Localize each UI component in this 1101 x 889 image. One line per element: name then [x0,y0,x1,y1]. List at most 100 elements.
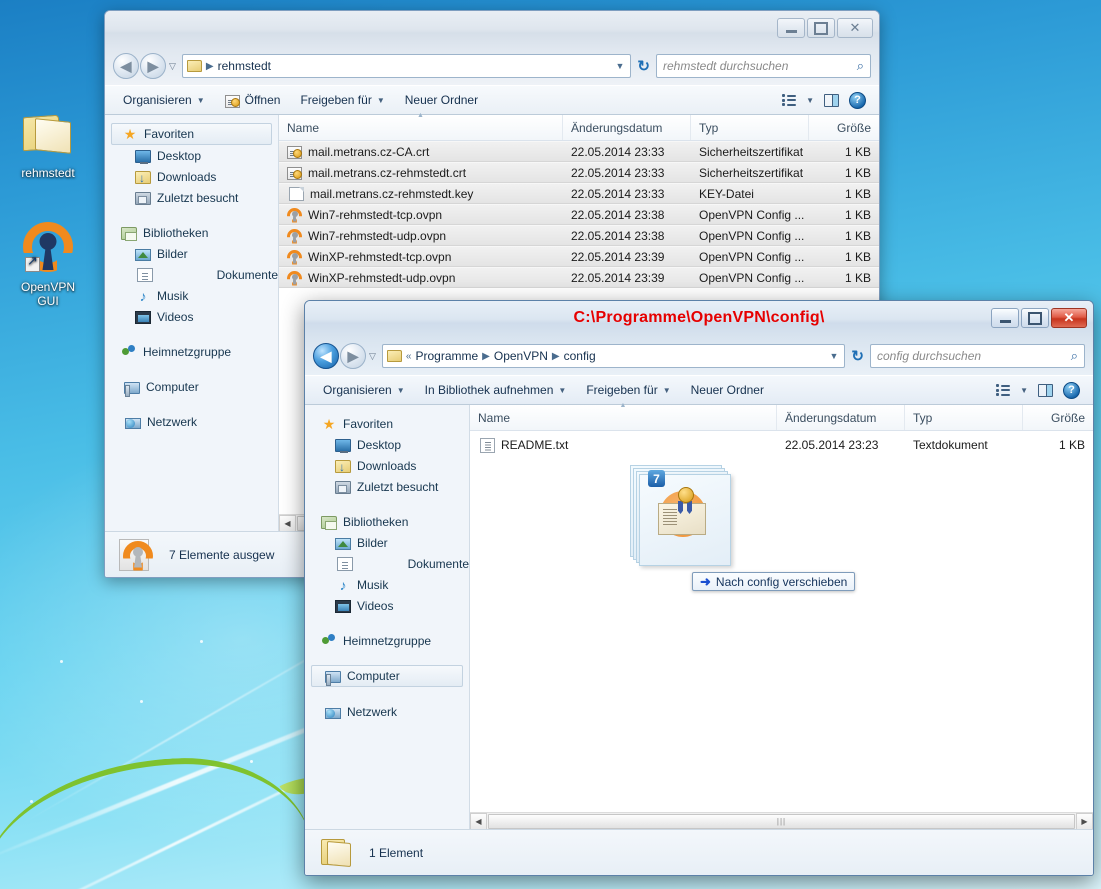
search-input[interactable]: config durchsuchen ⌕ [870,344,1085,368]
scrollbar-thumb[interactable]: ||| [488,813,1075,829]
refresh-icon[interactable]: ↻ [635,57,652,75]
open-button[interactable]: Öffnen [215,89,291,112]
table-row[interactable]: mail.metrans.cz-rehmstedt.crt 22.05.2014… [279,162,879,183]
navigation-buttons[interactable]: ◀ ▶ ▽ [313,343,378,369]
column-header-size[interactable]: Größe [1023,405,1093,430]
titlebar[interactable]: C:\Programme\OpenVPN\config\ ✕ [305,301,1093,341]
help-button[interactable]: ? [844,90,871,111]
breadcrumb-segment[interactable]: rehmstedt [218,59,271,73]
column-header-type[interactable]: Typ [691,115,809,140]
preview-pane-button[interactable] [819,92,844,109]
desktop-icon-rehmstedt[interactable]: rehmstedt [0,108,96,180]
table-row[interactable]: WinXP-rehmstedt-udp.ovpn 22.05.2014 23:3… [279,267,879,288]
sidebar-item-zuletzt-besucht[interactable]: Zuletzt besucht [305,476,469,497]
sidebar-item-bibliotheken[interactable]: Bibliotheken [105,222,278,243]
sidebar-item-videos[interactable]: Videos [305,595,469,616]
sidebar-item-heimnetzgruppe[interactable]: Heimnetzgruppe [105,341,278,362]
navigation-pane[interactable]: ★ Favoriten Desktop Downloads Zuletzt be… [305,405,470,829]
share-with-button[interactable]: Freigeben für ▼ [290,89,394,111]
recent-pages-dropdown-icon[interactable]: ▽ [367,351,378,362]
sidebar-item-bibliotheken[interactable]: Bibliotheken [305,511,469,532]
recent-pages-dropdown-icon[interactable]: ▽ [167,61,178,72]
desktop-icon-openvpn-gui[interactable]: OpenVPN GUI [0,222,96,308]
navigation-buttons[interactable]: ◀ ▶ ▽ [113,53,178,79]
table-row[interactable]: WinXP-rehmstedt-tcp.ovpn 22.05.2014 23:3… [279,246,879,267]
refresh-icon[interactable]: ↻ [849,347,866,365]
sidebar-item-dokumente[interactable]: Dokumente [305,553,469,574]
file-rows[interactable]: README.txt 22.05.2014 23:23 Textdokument… [470,431,1093,812]
table-row[interactable]: mail.metrans.cz-CA.crt 22.05.2014 23:33 … [279,141,879,162]
scroll-left-button[interactable]: ◀ [279,514,296,532]
breadcrumb-segment[interactable]: OpenVPN [494,349,548,363]
sidebar-item-heimnetzgruppe[interactable]: Heimnetzgruppe [305,630,469,651]
file-name-cell[interactable]: mail.metrans.cz-rehmstedt.key [279,184,563,203]
breadcrumb-segment[interactable]: config [564,349,596,363]
column-header-name[interactable]: Name [470,405,777,430]
address-bar[interactable]: « Programme ▶ OpenVPN ▶ config ▼ [381,344,846,368]
table-row[interactable]: mail.metrans.cz-rehmstedt.key 22.05.2014… [279,183,879,204]
maximize-button[interactable] [807,18,835,38]
new-folder-button[interactable]: Neuer Ordner [681,379,774,401]
sidebar-item-downloads[interactable]: Downloads [105,166,278,187]
back-button[interactable]: ◀ [113,53,139,79]
minimize-button[interactable] [777,18,805,38]
forward-button[interactable]: ▶ [140,53,166,79]
close-button[interactable]: ✕ [837,18,873,38]
table-row[interactable]: README.txt 22.05.2014 23:23 Textdokument… [470,431,1093,459]
include-in-library-button[interactable]: In Bibliothek aufnehmen ▼ [415,379,577,401]
sidebar-item-zuletzt-besucht[interactable]: Zuletzt besucht [105,187,278,208]
sidebar-item-desktop[interactable]: Desktop [305,434,469,455]
sidebar-item-bilder[interactable]: Bilder [105,243,278,264]
sidebar-item-favoriten[interactable]: ★ Favoriten [305,413,469,434]
help-button[interactable]: ? [1058,380,1085,401]
sidebar-item-desktop[interactable]: Desktop [105,145,278,166]
sidebar-item-bilder[interactable]: Bilder [305,532,469,553]
sidebar-item-computer[interactable]: Computer [105,376,278,397]
column-header-type[interactable]: Typ [905,405,1023,430]
share-with-button[interactable]: Freigeben für ▼ [576,379,680,401]
file-name-cell[interactable]: WinXP-rehmstedt-tcp.ovpn [279,247,563,266]
file-name-cell[interactable]: Win7-rehmstedt-tcp.ovpn [279,205,563,224]
sidebar-item-netzwerk[interactable]: Netzwerk [305,701,469,722]
horizontal-scrollbar[interactable]: ◀ ||| ▶ [470,812,1093,830]
sidebar-item-downloads[interactable]: Downloads [305,455,469,476]
window-controls[interactable]: ✕ [991,308,1087,328]
sidebar-item-computer[interactable]: Computer [311,665,463,687]
column-headers[interactable]: Name Änderungsdatum Typ Größe [470,405,1093,431]
minimize-button[interactable] [991,308,1019,328]
address-bar[interactable]: ▶ rehmstedt ▼ [181,54,632,78]
close-button[interactable]: ✕ [1051,308,1087,328]
file-name-cell[interactable]: mail.metrans.cz-rehmstedt.crt [279,163,563,182]
views-dropdown[interactable]: ▼ [801,94,819,107]
organize-button[interactable]: Organisieren ▼ [113,89,215,111]
new-folder-button[interactable]: Neuer Ordner [395,89,488,111]
breadcrumb-segment[interactable]: Programme [415,349,478,363]
file-name-cell[interactable]: Win7-rehmstedt-udp.ovpn [279,226,563,245]
column-header-date[interactable]: Änderungsdatum [777,405,905,430]
preview-pane-button[interactable] [1033,382,1058,399]
file-name-cell[interactable]: README.txt [470,431,777,459]
column-headers[interactable]: Name Änderungsdatum Typ Größe [279,115,879,141]
navigation-pane[interactable]: ★ Favoriten Desktop Downloads Zuletzt be… [105,115,279,531]
table-row[interactable]: Win7-rehmstedt-udp.ovpn 22.05.2014 23:38… [279,225,879,246]
column-header-name[interactable]: Name [279,115,563,140]
sidebar-item-videos[interactable]: Videos [105,306,278,327]
sidebar-item-favoriten[interactable]: ★ Favoriten [111,123,272,145]
chevron-down-icon[interactable]: ▼ [616,61,627,71]
sidebar-item-musik[interactable]: ♪ Musik [105,285,278,306]
organize-button[interactable]: Organisieren ▼ [313,379,415,401]
views-dropdown[interactable]: ▼ [1015,384,1033,397]
scroll-right-button[interactable]: ▶ [1076,812,1093,830]
window-controls[interactable]: ✕ [777,18,873,38]
file-name-cell[interactable]: WinXP-rehmstedt-udp.ovpn [279,268,563,287]
chevron-down-icon[interactable]: ▼ [830,351,841,361]
titlebar[interactable]: ✕ [105,11,879,51]
scroll-left-button[interactable]: ◀ [470,812,487,830]
file-name-cell[interactable]: mail.metrans.cz-CA.crt [279,142,563,161]
column-header-date[interactable]: Änderungsdatum [563,115,691,140]
table-row[interactable]: Win7-rehmstedt-tcp.ovpn 22.05.2014 23:38… [279,204,879,225]
views-button[interactable] [991,382,1015,398]
breadcrumb-overflow[interactable]: « [406,351,412,362]
back-button[interactable]: ◀ [313,343,339,369]
sidebar-item-musik[interactable]: ♪ Musik [305,574,469,595]
